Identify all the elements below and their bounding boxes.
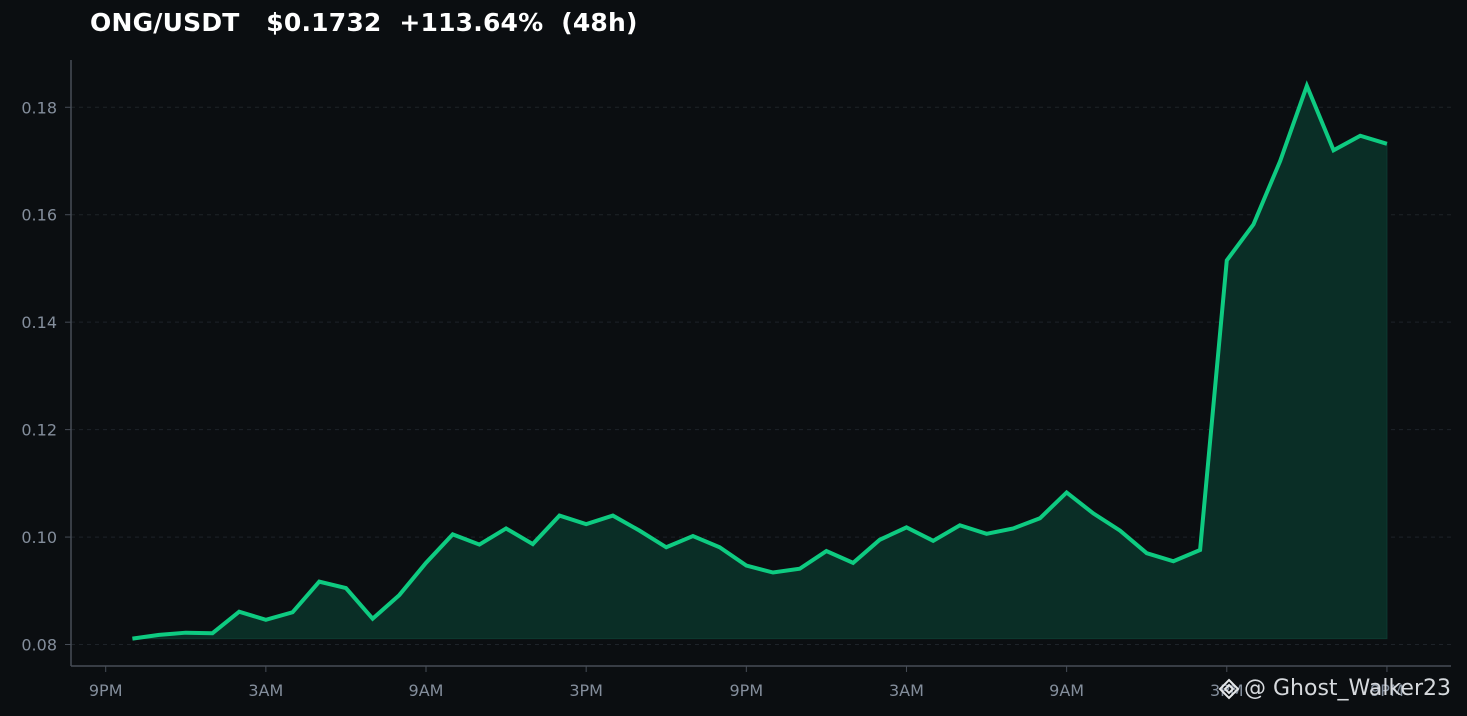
binance-logo-icon: [1218, 678, 1240, 700]
y-axis-ticks: 0.08 0.10 0.12 0.14 0.16 0.18: [21, 98, 71, 655]
x-tick-label: 9AM: [1049, 681, 1084, 700]
y-tick-label: 0.10: [21, 528, 57, 547]
watermark-text: @ Ghost_Walker23: [1244, 676, 1452, 701]
x-tick-label: 9PM: [89, 681, 123, 700]
x-tick-label: 3PM: [569, 681, 603, 700]
area-fill: [132, 84, 1388, 640]
x-tick-label: 9AM: [409, 681, 444, 700]
y-tick-label: 0.12: [21, 421, 57, 440]
area-fill-path: [132, 84, 1388, 640]
watermark: @ Ghost_Walker23: [1218, 676, 1451, 701]
price-chart: 0.08 0.10 0.12 0.14 0.16 0.18 9PM 3AM 9AM 3PM 9PM…: [21, 60, 1451, 700]
x-tick-label: 3AM: [889, 681, 924, 700]
x-tick-label: 3AM: [248, 681, 283, 700]
y-tick-label: 0.14: [21, 313, 57, 332]
y-tick-label: 0.08: [21, 636, 57, 655]
x-tick-label: 9PM: [729, 681, 763, 700]
x-axis-ticks: 9PM 3AM 9AM 3PM 9PM 3AM 9AM 3PM 9PM: [89, 666, 1404, 700]
y-tick-label: 0.18: [21, 98, 57, 117]
y-tick-label: 0.16: [21, 206, 57, 225]
